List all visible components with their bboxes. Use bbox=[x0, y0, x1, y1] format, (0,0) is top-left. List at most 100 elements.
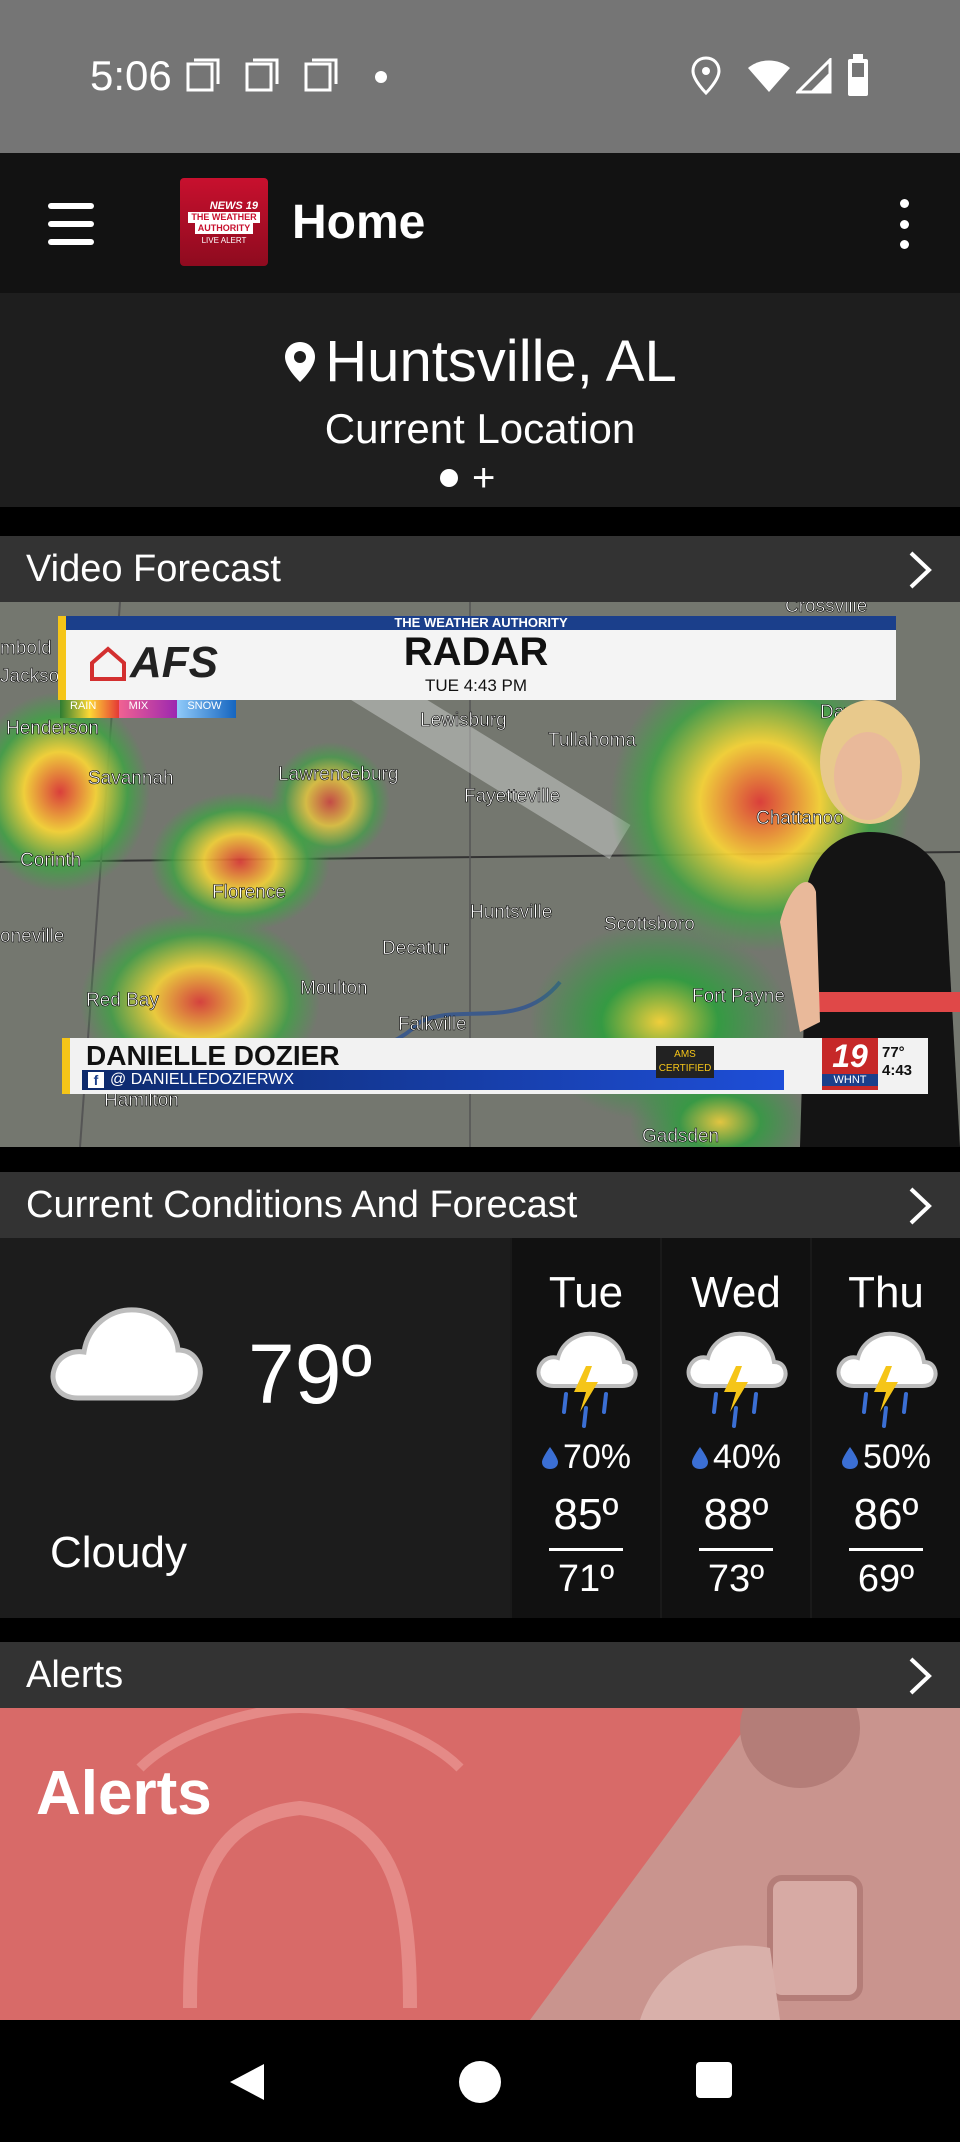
section-title: Current Conditions And Forecast bbox=[26, 1184, 578, 1226]
day-name: Thu bbox=[848, 1268, 924, 1317]
page-title: Home bbox=[292, 196, 426, 249]
thunderstorm-icon bbox=[686, 1331, 788, 1428]
dot-icon bbox=[375, 71, 387, 83]
app-bar: NEWS 19 THE WEATHER AUTHORITY LIVE ALERT… bbox=[0, 153, 960, 293]
legend-rain: RAIN bbox=[60, 700, 119, 718]
logo-line: LIVE ALERT bbox=[201, 235, 247, 245]
notification-icon bbox=[304, 58, 338, 92]
precip-value: 70% bbox=[562, 1438, 632, 1476]
station-badge: 19 WHNT bbox=[822, 1038, 878, 1090]
conditions-header[interactable]: Current Conditions And Forecast bbox=[0, 1172, 960, 1238]
section-title: Alerts bbox=[26, 1654, 124, 1696]
day-name: Tue bbox=[548, 1268, 624, 1317]
svg-text:Falkville: Falkville bbox=[398, 1014, 467, 1035]
precip-chance: 50% bbox=[812, 1438, 960, 1477]
svg-text:Lewisburg: Lewisburg bbox=[420, 710, 507, 731]
forecast-day[interactable]: Wed 40% 88º 73º bbox=[662, 1238, 810, 1618]
wifi-icon bbox=[748, 60, 790, 92]
video-thumbnail[interactable]: Crossville Lewisburg Tullahoma Henderson… bbox=[0, 602, 960, 1147]
svg-text:Decatur: Decatur bbox=[382, 938, 449, 959]
alerts-header[interactable]: Alerts bbox=[0, 1642, 960, 1708]
forecast-day[interactable]: Thu 50% 86º 69º bbox=[812, 1238, 960, 1618]
home-icon[interactable] bbox=[458, 2060, 502, 2104]
alerts-banner[interactable]: Alerts bbox=[0, 1708, 960, 2020]
svg-text:Scottsboro: Scottsboro bbox=[604, 914, 695, 935]
low-temp: 69º bbox=[857, 1558, 915, 1600]
current-temp: 79º bbox=[248, 1327, 373, 1421]
status-time: 5:06 bbox=[90, 52, 172, 99]
recents-icon[interactable] bbox=[694, 2060, 734, 2100]
svg-text:mbold: mbold bbox=[0, 638, 52, 659]
station-number: 19 bbox=[832, 1038, 868, 1074]
precip-chance: 70% bbox=[512, 1438, 660, 1477]
precip-value: 40% bbox=[712, 1438, 782, 1476]
location-card[interactable]: Huntsville, AL Current Location + bbox=[0, 293, 960, 507]
svg-text:Savannah: Savannah bbox=[88, 768, 174, 789]
chevron-right-icon bbox=[909, 1187, 932, 1225]
hamburger-icon[interactable] bbox=[48, 203, 94, 245]
precip-chance: 40% bbox=[662, 1438, 810, 1477]
svg-text:Moulton: Moulton bbox=[300, 978, 368, 999]
current-conditions: 79º Cloudy bbox=[0, 1238, 510, 1618]
location-title: Huntsville, AL bbox=[0, 328, 960, 395]
day-name: Wed bbox=[691, 1268, 781, 1317]
location-city: Huntsville, AL bbox=[325, 329, 677, 394]
raindrop-icon bbox=[691, 1446, 708, 1469]
svg-text:Huntsville: Huntsville bbox=[470, 902, 552, 923]
back-icon[interactable] bbox=[224, 2060, 268, 2104]
svg-text:Fayetteville: Fayetteville bbox=[464, 786, 560, 807]
high-temp: 86º bbox=[853, 1490, 919, 1539]
video-forecast-header[interactable]: Video Forecast bbox=[0, 536, 960, 602]
logo-line: NEWS 19 bbox=[209, 199, 258, 212]
location-pin-icon bbox=[285, 341, 316, 382]
temp-divider bbox=[549, 1548, 623, 1551]
sponsor-logo: AFS bbox=[88, 638, 218, 688]
logo-line: AUTHORITY bbox=[194, 222, 254, 234]
raindrop-icon bbox=[841, 1446, 858, 1469]
temp-divider bbox=[849, 1548, 923, 1551]
notification-icon bbox=[245, 58, 279, 92]
chevron-right-icon bbox=[909, 551, 932, 589]
chevron-right-icon bbox=[909, 1657, 932, 1695]
more-vert-icon[interactable] bbox=[896, 199, 912, 249]
precip-value: 50% bbox=[862, 1438, 932, 1476]
current-description: Cloudy bbox=[50, 1528, 187, 1577]
facebook-icon: f bbox=[88, 1072, 104, 1088]
radar-timestamp: TUE 4:43 PM bbox=[424, 676, 528, 695]
location-icon bbox=[691, 56, 721, 96]
cloud-icon bbox=[50, 1307, 203, 1401]
temp-divider bbox=[699, 1548, 773, 1551]
thunderstorm-icon bbox=[836, 1331, 938, 1428]
legend-snow: SNOW bbox=[177, 700, 237, 718]
location-subtitle: Current Location bbox=[324, 405, 636, 452]
logo-line: THE WEATHER bbox=[188, 211, 260, 223]
corner-time: 4:43 bbox=[882, 1062, 913, 1079]
forecast-day[interactable]: Tue 70% 85º 71º bbox=[512, 1238, 660, 1618]
radar-banner: THE WEATHER AUTHORITY AFS RADAR TUE 4:43… bbox=[58, 616, 896, 700]
house-icon bbox=[90, 646, 126, 681]
svg-text:Florence: Florence bbox=[212, 882, 286, 903]
svg-text:Tullahoma: Tullahoma bbox=[548, 730, 636, 751]
raindrop-icon bbox=[541, 1446, 558, 1469]
system-nav-bar bbox=[0, 2020, 960, 2142]
thunderstorm-icon bbox=[536, 1331, 638, 1428]
low-temp: 71º bbox=[557, 1558, 615, 1600]
svg-text:Henderson: Henderson bbox=[6, 718, 99, 739]
precip-legend: RAIN MIX SNOW bbox=[60, 700, 237, 718]
presenter-handle: @ DANIELLEDOZIERWX bbox=[110, 1071, 294, 1088]
low-temp: 73º bbox=[707, 1558, 765, 1600]
radar-title: RADAR bbox=[403, 630, 549, 674]
notification-icon bbox=[186, 58, 220, 92]
banner-top-strip: THE WEATHER AUTHORITY bbox=[66, 616, 896, 630]
corner-temp: 77° bbox=[882, 1044, 905, 1061]
svg-text:Red Bay: Red Bay bbox=[86, 990, 159, 1011]
battery-icon bbox=[848, 54, 868, 96]
legend-mix: MIX bbox=[118, 700, 178, 718]
add-location-button[interactable]: + bbox=[472, 458, 495, 498]
alerts-artwork bbox=[136, 1708, 960, 2020]
presenter-name: DANIELLE DOZIER bbox=[86, 1040, 340, 1071]
conditions-panel[interactable]: 79º Cloudy Tue 70% 85º 71º Wed 40% 88º 7 bbox=[0, 1238, 960, 1618]
svg-text:oneville: oneville bbox=[0, 926, 64, 947]
page-indicator-dot bbox=[440, 469, 458, 487]
svg-text:Lawrenceburg: Lawrenceburg bbox=[278, 764, 398, 785]
